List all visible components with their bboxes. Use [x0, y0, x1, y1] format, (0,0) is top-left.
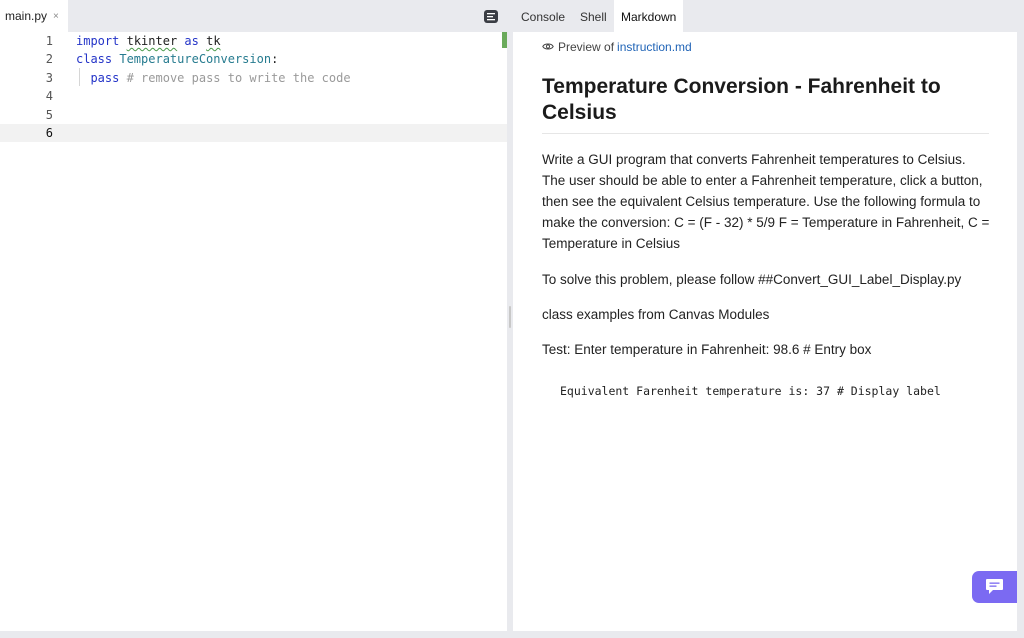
code-token: import — [76, 34, 120, 48]
chat-icon[interactable] — [972, 571, 1017, 603]
markdown-paragraph: Write a GUI program that converts Fahren… — [542, 152, 990, 251]
menu-icon[interactable] — [484, 10, 498, 23]
line-number: 1 — [45, 34, 53, 48]
markdown-preview: Preview of instruction.md Temperature Co… — [513, 32, 1017, 631]
code-token: as — [184, 34, 199, 48]
pane-splitter-handle[interactable] — [509, 306, 511, 328]
code-token: tkinter — [126, 34, 178, 48]
editor-tab-bar: main.py × — [0, 0, 507, 32]
instruction-file-link[interactable]: instruction.md — [617, 40, 692, 54]
line-number: 4 — [45, 89, 53, 104]
indent-guide — [79, 68, 80, 86]
file-tab-label: main.py — [5, 9, 48, 23]
editor-pane[interactable]: main.py × 6 5 4 3 pass # remove pass to wri… — [0, 0, 507, 631]
preview-header: Preview of instruction.md — [542, 40, 692, 54]
tab-shell[interactable]: Shell — [573, 0, 614, 32]
markdown-paragraph: To solve this problem, please follow ##C… — [542, 272, 962, 287]
code-token: : — [271, 52, 279, 67]
code-token: class — [76, 52, 113, 67]
code-line[interactable]: 2 class TemperatureConversion: — [0, 50, 507, 68]
line-number: 6 — [45, 126, 53, 140]
line-number: 3 — [45, 70, 53, 85]
code-line[interactable]: 3 pass # remove pass to write the code — [0, 69, 507, 87]
code-token: tk — [206, 34, 221, 48]
code-text: import tkinter as tk — [76, 32, 221, 50]
code-line[interactable]: 4 — [0, 87, 507, 105]
title-divider — [542, 133, 989, 134]
markdown-title: Temperature Conversion - Fahrenheit to C… — [542, 75, 941, 124]
eye-icon — [542, 40, 554, 54]
markdown-paragraph: class examples from Canvas Modules — [542, 307, 770, 322]
line-number: 5 — [45, 107, 53, 122]
markdown-code-block: Equivalent Farenheit temperature is: 37 … — [560, 384, 941, 398]
right-tab-bar: Console Shell Markdown — [513, 0, 1024, 32]
markdown-paragraph: Test: Enter temperature in Fahrenheit: 9… — [542, 342, 872, 357]
tab-console[interactable]: Console — [514, 0, 572, 32]
code-line[interactable]: 6 — [0, 124, 507, 142]
code-token: TemperatureConversion — [119, 52, 272, 67]
code-line[interactable]: 1 import tkinter as tk — [0, 32, 507, 50]
change-marker — [502, 32, 507, 48]
tab-markdown[interactable]: Markdown — [614, 0, 684, 32]
code-line[interactable]: 5 — [0, 106, 507, 124]
code-text: class TemperatureConversion: — [76, 50, 278, 68]
file-tab-main-py[interactable]: main.py × — [0, 0, 68, 32]
code-editor[interactable]: 6 5 4 3 pass # remove pass to write the cod… — [0, 32, 507, 631]
code-token: # remove pass to write the code — [126, 70, 351, 85]
code-token: pass — [90, 70, 120, 85]
code-text: pass # remove pass to write the code — [76, 69, 351, 87]
close-icon[interactable]: × — [53, 11, 59, 22]
line-number: 2 — [45, 52, 53, 67]
preview-header-prefix: Preview of — [558, 40, 615, 54]
